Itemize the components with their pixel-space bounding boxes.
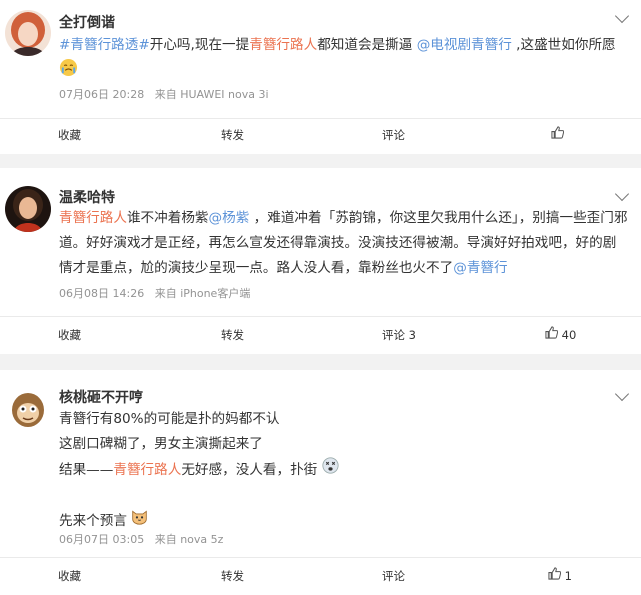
avatar[interactable] [5,10,51,56]
post-text: 青簪行有80%的可能是扑的妈都不认 这剧口碑糊了，男女主演撕起来了 结果——青簪… [59,407,629,534]
thumbs-up-icon [551,117,565,154]
action-bar: 收藏 转发 评论 3 40 [0,317,641,354]
post-meta: 07月06日 20:28 来自 HUAWEI nova 3i [59,86,276,102]
highlighted-keyword[interactable]: 青簪行路人 [249,37,317,53]
highlighted-keyword[interactable]: 青簪行路人 [59,210,127,226]
post-source: 来自 iPhone客户端 [154,287,251,300]
repost-button[interactable]: 转发 [221,317,244,354]
post-meta: 06月08日 14:26 来自 iPhone客户端 [59,285,257,301]
highlighted-keyword[interactable]: 青簪行路人 [113,462,181,478]
post-card: 全打倒谐 #青簪行路透#开心吗,现在一提青簪行路人都知道会是撕逼 @电视剧青簪行… [0,0,641,154]
mention-link[interactable]: #青簪行路透# [59,37,150,53]
dizzy-face-icon [322,457,339,483]
text-line: 青簪行有80%的可能是扑的妈都不认 [59,407,629,432]
comment-button[interactable]: 评论 [382,117,405,154]
post-date: 06月07日 03:05 [59,533,145,546]
chevron-down-icon[interactable] [614,386,630,402]
thumbs-up-icon [548,558,562,595]
post-date: 06月08日 14:26 [59,287,145,300]
post-meta: 06月07日 03:05 来自 nova 5z [59,531,230,547]
post-date: 07月06日 20:28 [59,88,145,101]
like-count: 1 [564,569,572,583]
text-segment: ,这盛世如你所愿 [511,37,616,53]
text-line: 结果——青簪行路人无好感，没人看，扑街 [59,457,629,483]
favorite-button[interactable]: 收藏 [58,558,81,595]
post-text: #青簪行路透#开心吗,现在一提青簪行路人都知道会是撕逼 @电视剧青簪行 ,这盛世… [59,33,629,86]
chevron-down-icon[interactable] [614,186,630,202]
post-source: 来自 HUAWEI nova 3i [154,88,269,101]
repost-button[interactable]: 转发 [221,117,244,154]
avatar[interactable] [5,186,51,232]
text-segment: 先来个预言 [59,513,127,529]
like-button[interactable] [551,117,565,154]
comment-button[interactable]: 评论 [382,558,405,595]
favorite-button[interactable]: 收藏 [58,317,81,354]
username[interactable]: 温柔哈特 [59,187,115,207]
post-card: 温柔哈特 青簪行路人谁不冲着杨紫@杨紫 ，难道冲着「苏韵锦，你这里欠我用什么还」… [0,168,641,354]
repost-button[interactable]: 转发 [221,558,244,595]
post-card: 核桃砸不开哼 青簪行有80%的可能是扑的妈都不认 这剧口碑糊了，男女主演撕起来了… [0,370,641,595]
text-segment: 结果—— [59,462,114,478]
like-button[interactable]: 40 [545,317,576,354]
text-segment: 无好感，没人看，扑街 [181,462,318,478]
favorite-button[interactable]: 收藏 [58,117,81,154]
crying-face-icon [59,58,78,86]
avatar[interactable] [5,385,51,431]
like-button[interactable]: 1 [548,558,572,595]
thumbs-up-icon [545,317,559,354]
mention-link[interactable]: @杨紫 [209,210,250,226]
chevron-down-icon[interactable] [614,8,630,24]
post-source: 来自 nova 5z [154,533,224,546]
action-bar: 收藏 转发 评论 [0,117,641,154]
mention-link[interactable]: @青簪行 [453,260,507,276]
text-segment: 都知道会是撕逼 [317,37,417,53]
like-count: 40 [561,328,577,342]
mention-link[interactable]: @电视剧青簪行 [417,37,512,53]
username[interactable]: 核桃砸不开哼 [59,387,143,407]
text-segment: 开心吗,现在一提 [149,37,250,53]
text-segment: 这剧口碑糊了，男女主演撕起来了 [59,436,263,452]
text-line: 这剧口碑糊了，男女主演撕起来了 [59,432,629,457]
post-text: 青簪行路人谁不冲着杨紫@杨紫 ，难道冲着「苏韵锦，你这里欠我用什么还」，别搞一些… [59,206,629,281]
username[interactable]: 全打倒谐 [59,12,115,32]
text-segment: 谁不冲着杨紫 [126,210,209,226]
comment-button[interactable]: 评论 3 [382,317,416,354]
text-segment: 青簪行有80%的可能是扑的妈都不认 [59,411,280,427]
action-bar: 收藏 转发 评论 1 [0,558,641,595]
text-line [59,483,629,508]
